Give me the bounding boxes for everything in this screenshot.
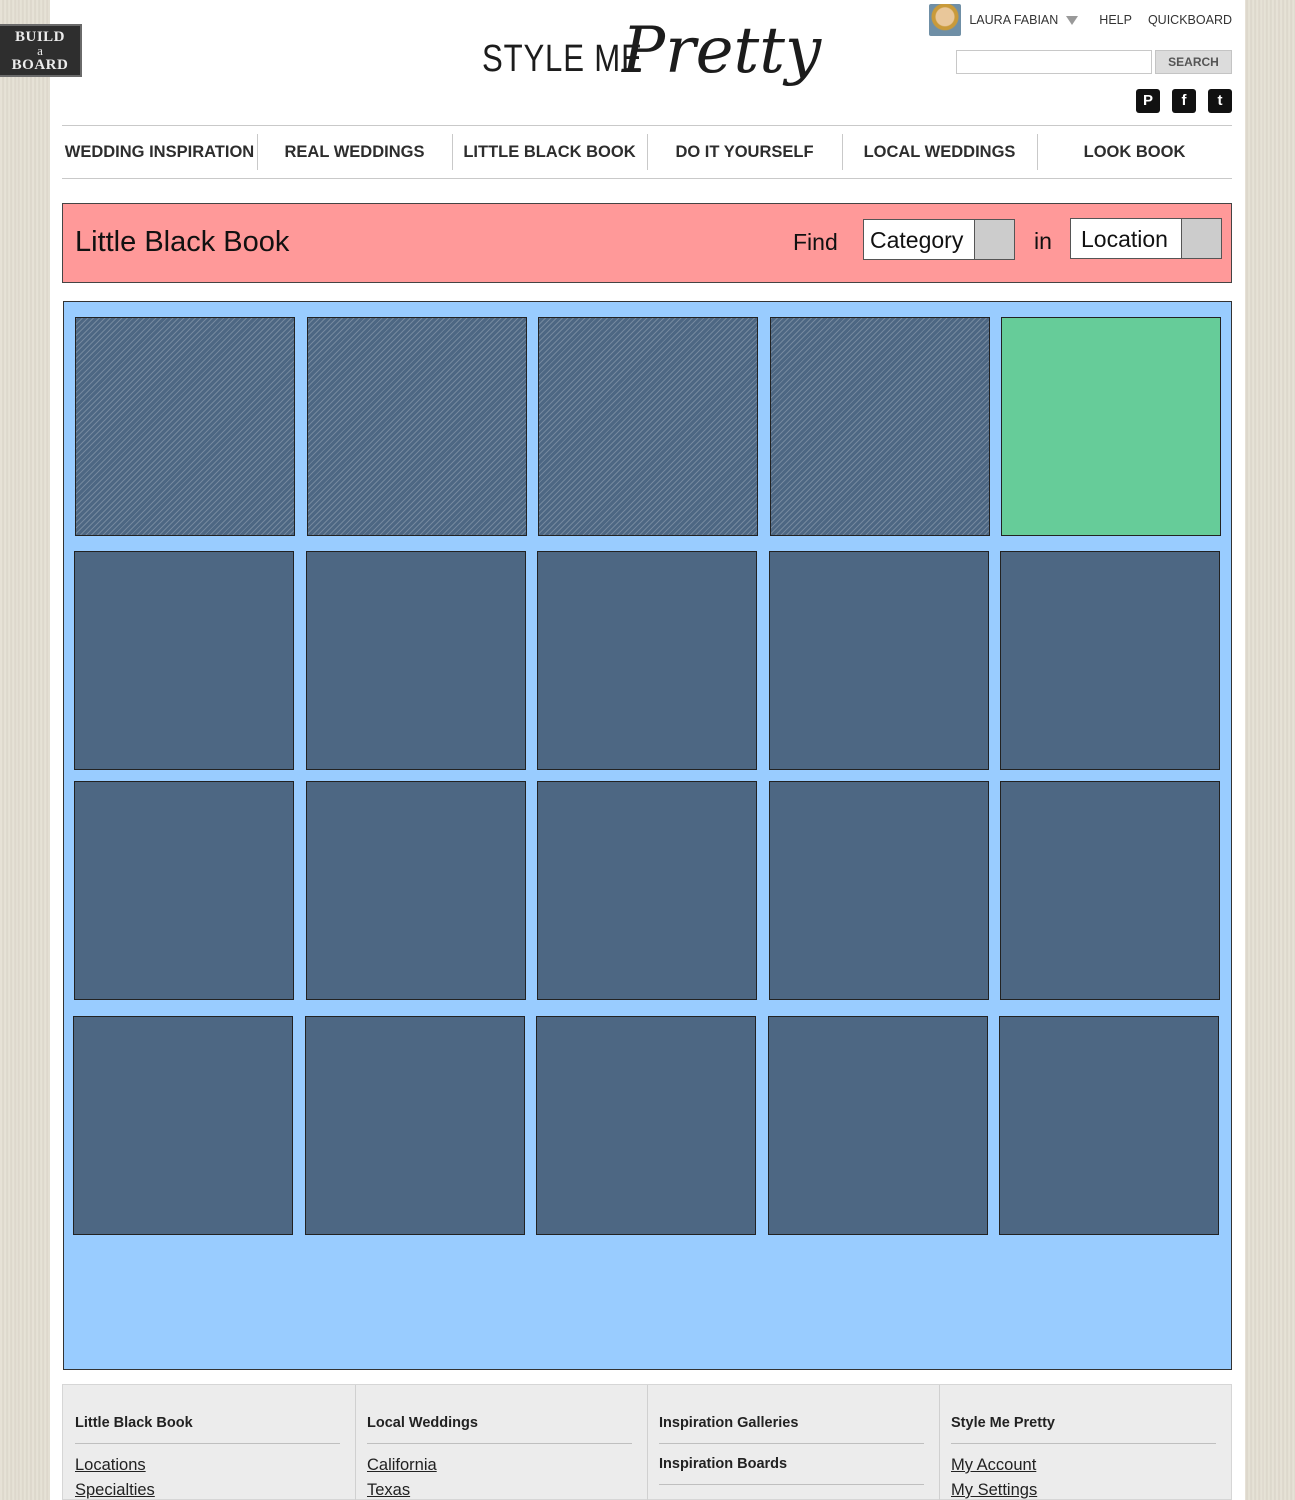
vendor-tile[interactable]	[1000, 551, 1220, 770]
footer-heading: Local Weddings	[367, 1415, 632, 1444]
promo-tile[interactable]	[1001, 317, 1221, 536]
badge-line-3: BOARD	[11, 57, 69, 73]
footer-heading-inspiration-boards[interactable]: Inspiration Boards	[659, 1456, 924, 1485]
vendor-tile[interactable]	[999, 1016, 1219, 1235]
category-dropdown-arrow-icon[interactable]	[974, 220, 1014, 259]
footer-heading-inspiration-galleries[interactable]: Inspiration Galleries	[659, 1415, 924, 1444]
user-bar: LAURA FABIAN HELP QUICKBOARD	[929, 4, 1232, 36]
vendor-tile[interactable]	[536, 1016, 756, 1235]
footer-column-style-me-pretty: Style Me Pretty My Account My Settings	[939, 1385, 1231, 1500]
help-link[interactable]: HELP	[1099, 13, 1132, 27]
build-a-board-button[interactable]: BUILD a BOARD	[0, 24, 82, 77]
find-label: Find	[793, 229, 838, 255]
footer-column-little-black-book: Little Black Book Locations Specialties	[63, 1385, 355, 1499]
vendor-tile[interactable]	[537, 781, 757, 1000]
twitter-icon[interactable]: t	[1208, 89, 1232, 113]
vendor-tile[interactable]	[768, 1016, 988, 1235]
site-logo[interactable]: STYLE ME Pretty	[482, 14, 821, 110]
nav-do-it-yourself[interactable]: DO IT YOURSELF	[647, 126, 842, 178]
footer-heading: Little Black Book	[75, 1415, 340, 1444]
social-links: P f t	[1136, 89, 1232, 113]
footer-link-texas[interactable]: Texas	[367, 1481, 632, 1500]
quickboard-link[interactable]: QUICKBOARD	[1148, 13, 1232, 27]
pinterest-icon[interactable]: P	[1136, 89, 1160, 113]
chevron-down-icon[interactable]	[1066, 15, 1079, 25]
avatar[interactable]	[929, 4, 962, 36]
search-input[interactable]	[956, 50, 1152, 74]
in-label: in	[1034, 228, 1052, 254]
nav-look-book[interactable]: LOOK BOOK	[1037, 126, 1232, 178]
featured-vendor-tile[interactable]	[538, 317, 758, 536]
vendor-tile[interactable]	[74, 551, 294, 770]
vendor-tile[interactable]	[769, 781, 989, 1000]
page-container: BUILD a BOARD STYLE ME Pretty LAURA FABI…	[0, 0, 1245, 1500]
vendor-grid	[63, 301, 1232, 1370]
featured-vendor-tile[interactable]	[307, 317, 527, 536]
vendor-tile[interactable]	[306, 781, 526, 1000]
location-value: Location	[1081, 226, 1168, 252]
nav-real-weddings[interactable]: REAL WEDDINGS	[257, 126, 452, 178]
vendor-tile[interactable]	[73, 1016, 293, 1235]
vendor-tile[interactable]	[1000, 781, 1220, 1000]
nav-wedding-inspiration[interactable]: WEDDING INSPIRATION	[62, 126, 257, 178]
facebook-icon[interactable]: f	[1172, 89, 1196, 113]
featured-vendor-tile[interactable]	[770, 317, 990, 536]
user-name[interactable]: LAURA FABIAN	[969, 13, 1058, 27]
page-title: Little Black Book	[75, 226, 290, 258]
vendor-tile[interactable]	[537, 551, 757, 770]
location-dropdown-arrow-icon[interactable]	[1181, 219, 1221, 258]
footer-heading: Style Me Pretty	[951, 1415, 1216, 1444]
vendor-tile[interactable]	[305, 1016, 525, 1235]
footer-link-locations[interactable]: Locations	[75, 1456, 340, 1475]
featured-vendor-tile[interactable]	[75, 317, 295, 536]
nav-local-weddings[interactable]: LOCAL WEDDINGS	[842, 126, 1037, 178]
logo-script: Pretty	[622, 14, 822, 88]
category-value: Category	[870, 227, 964, 253]
footer-column-inspiration: Inspiration Galleries Inspiration Boards	[647, 1385, 939, 1500]
logo-text: STYLE ME	[482, 38, 643, 80]
little-black-book-header: Little Black Book Find Category in Locat…	[62, 203, 1232, 283]
location-dropdown[interactable]: Location	[1070, 218, 1222, 259]
vendor-tile[interactable]	[306, 551, 526, 770]
footer-link-specialties[interactable]: Specialties	[75, 1481, 340, 1500]
footer: Little Black Book Locations Specialties …	[62, 1384, 1232, 1500]
category-dropdown[interactable]: Category	[863, 219, 1015, 260]
vendor-tile[interactable]	[74, 781, 294, 1000]
badge-line-2: a	[37, 43, 43, 58]
footer-column-local-weddings: Local Weddings California Texas	[355, 1385, 647, 1500]
search-button[interactable]: SEARCH	[1155, 50, 1232, 74]
nav-little-black-book[interactable]: LITTLE BLACK BOOK	[452, 126, 647, 178]
main-nav: WEDDING INSPIRATION REAL WEDDINGS LITTLE…	[62, 125, 1232, 179]
vendor-tile[interactable]	[769, 551, 989, 770]
footer-link-my-settings[interactable]: My Settings	[951, 1481, 1216, 1500]
badge-line-1: BUILD	[14, 29, 65, 45]
footer-link-my-account[interactable]: My Account	[951, 1456, 1216, 1475]
footer-link-california[interactable]: California	[367, 1456, 632, 1475]
